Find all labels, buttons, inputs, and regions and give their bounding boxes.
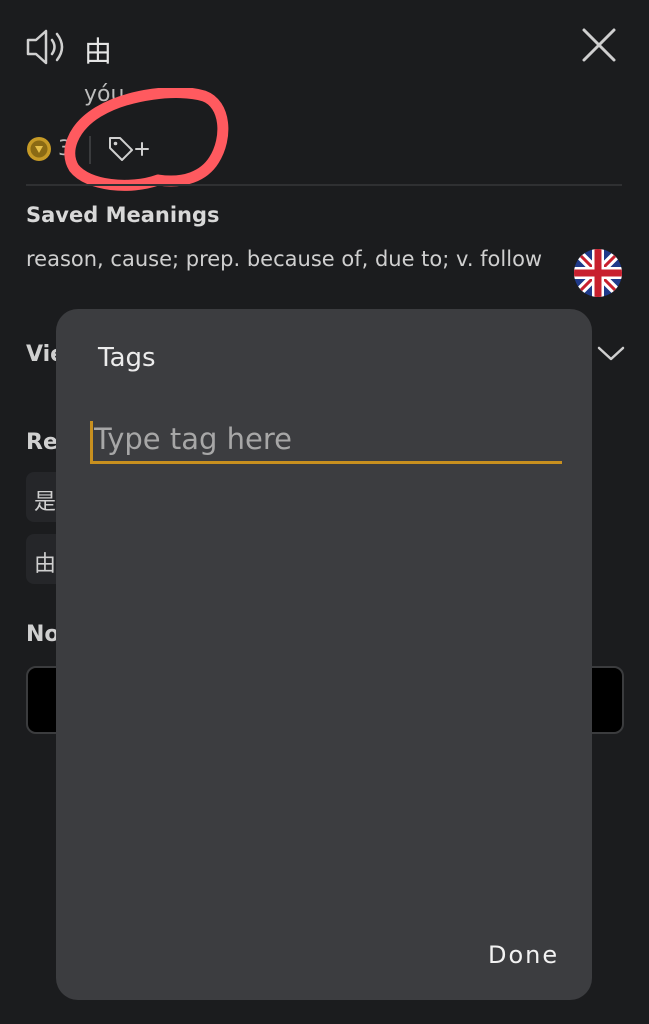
close-icon[interactable]	[580, 26, 618, 64]
saved-meanings-title: Saved Meanings	[26, 203, 220, 227]
notes-title: No	[26, 622, 60, 647]
coin-icon	[26, 136, 52, 162]
text-cursor	[90, 421, 93, 461]
tag-input[interactable]	[90, 417, 562, 464]
related-section-title: Re	[26, 430, 58, 455]
saved-meanings-text: reason, cause; prep. because of, due to;…	[26, 247, 543, 271]
done-button[interactable]: Done	[488, 941, 559, 969]
tags-dialog-title: Tags	[98, 343, 156, 373]
related-chip-label: 是	[34, 490, 57, 515]
chevron-down-icon[interactable]	[596, 344, 626, 364]
related-chip-label: 由	[34, 552, 57, 577]
tags-dialog: Tags Done	[56, 309, 592, 1000]
character: 由	[84, 35, 113, 68]
uk-flag-icon[interactable]	[574, 249, 622, 297]
divider	[26, 184, 622, 186]
speaker-icon[interactable]	[24, 26, 72, 68]
